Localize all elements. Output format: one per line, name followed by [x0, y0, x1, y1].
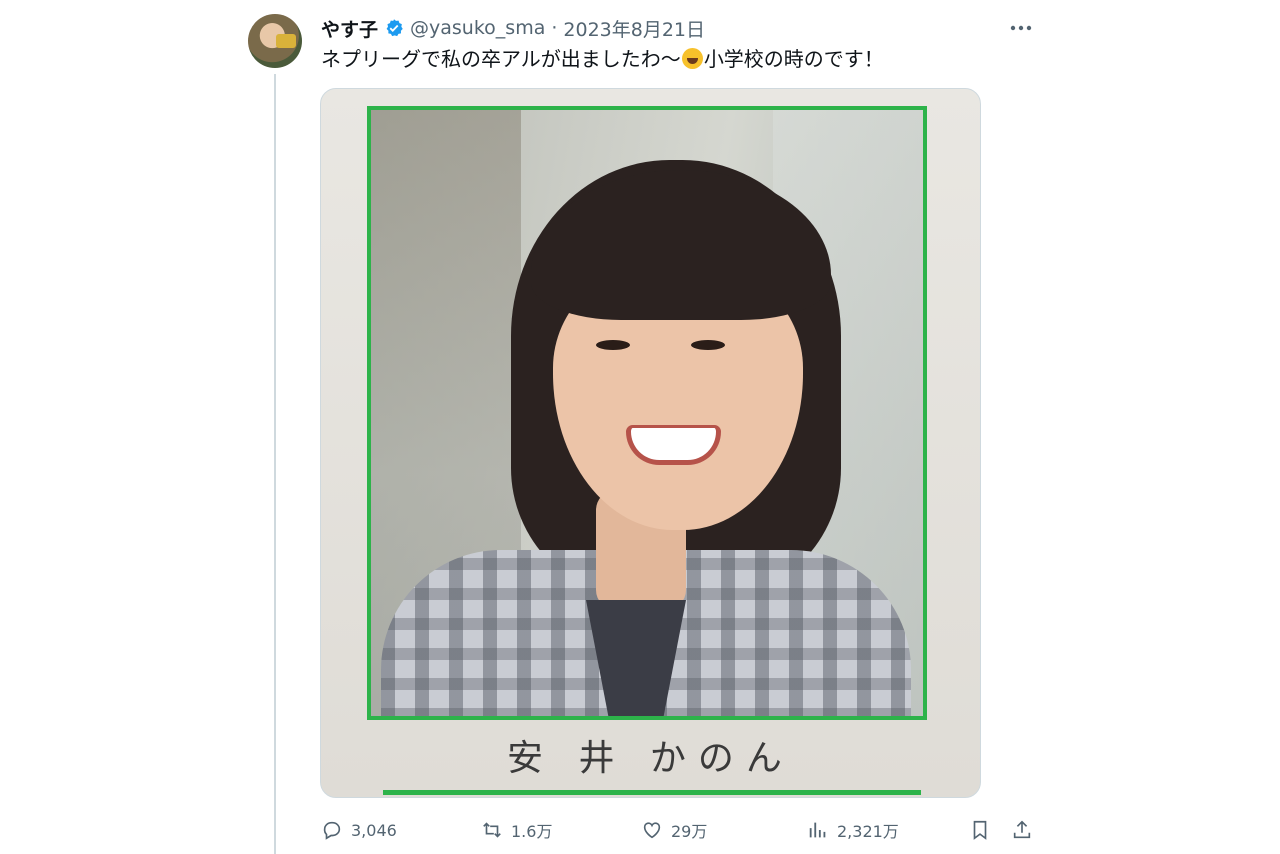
- like-count: 29万: [671, 822, 708, 841]
- display-name[interactable]: やす子: [321, 15, 378, 42]
- verified-badge-icon: [386, 19, 403, 37]
- separator-dot: ·: [551, 17, 558, 39]
- reply-button[interactable]: 3,046: [321, 814, 397, 846]
- grinning-squinting-face-icon: [681, 48, 703, 69]
- tweet-date[interactable]: 2023年8月21日: [563, 15, 705, 42]
- like-button[interactable]: 29万: [641, 814, 707, 846]
- tweet-text: ネプリーグで私の卒アルが出ましたわ〜 小学校の時のです！: [321, 46, 1021, 72]
- bookmark-icon: [973, 820, 987, 840]
- share-button[interactable]: [1011, 814, 1033, 846]
- retweet-icon: [483, 822, 501, 838]
- avatar[interactable]: [248, 14, 302, 68]
- more-horizontal-icon: [1010, 25, 1032, 31]
- tweet-media-photo[interactable]: 安 井 かのん: [320, 88, 981, 798]
- user-handle[interactable]: @yasuko_sma: [410, 17, 545, 39]
- views-count: 2,321万: [837, 822, 899, 841]
- more-options-button[interactable]: [1008, 16, 1034, 40]
- views-chart-icon: [809, 822, 826, 838]
- tweet-actions: 3,046 1.6万 29万 2,321万: [321, 814, 1041, 846]
- bookmark-button[interactable]: [969, 814, 991, 846]
- tweet-text-part-1: ネプリーグで私の卒アルが出ましたわ〜: [321, 47, 681, 71]
- views-button[interactable]: 2,321万: [807, 814, 899, 846]
- yearbook-photo-frame: [367, 106, 927, 720]
- reply-count: 3,046: [351, 820, 397, 840]
- retweet-count: 1.6万: [511, 822, 553, 841]
- thread-line: [274, 74, 276, 854]
- tweet-header: やす子 @yasuko_sma · 2023年8月21日: [321, 15, 705, 41]
- photo-name-caption: 安 井 かのん: [507, 738, 794, 779]
- heart-icon: [643, 822, 661, 839]
- reply-icon: [323, 821, 341, 840]
- retweet-button[interactable]: 1.6万: [481, 814, 552, 846]
- tweet-card: やす子 @yasuko_sma · 2023年8月21日 ネプリーグで私の卒アル…: [226, 0, 1054, 854]
- tweet-text-part-2: 小学校の時のです！: [703, 47, 884, 71]
- frame-bottom-line: [383, 790, 921, 795]
- share-upload-icon: [1013, 820, 1031, 839]
